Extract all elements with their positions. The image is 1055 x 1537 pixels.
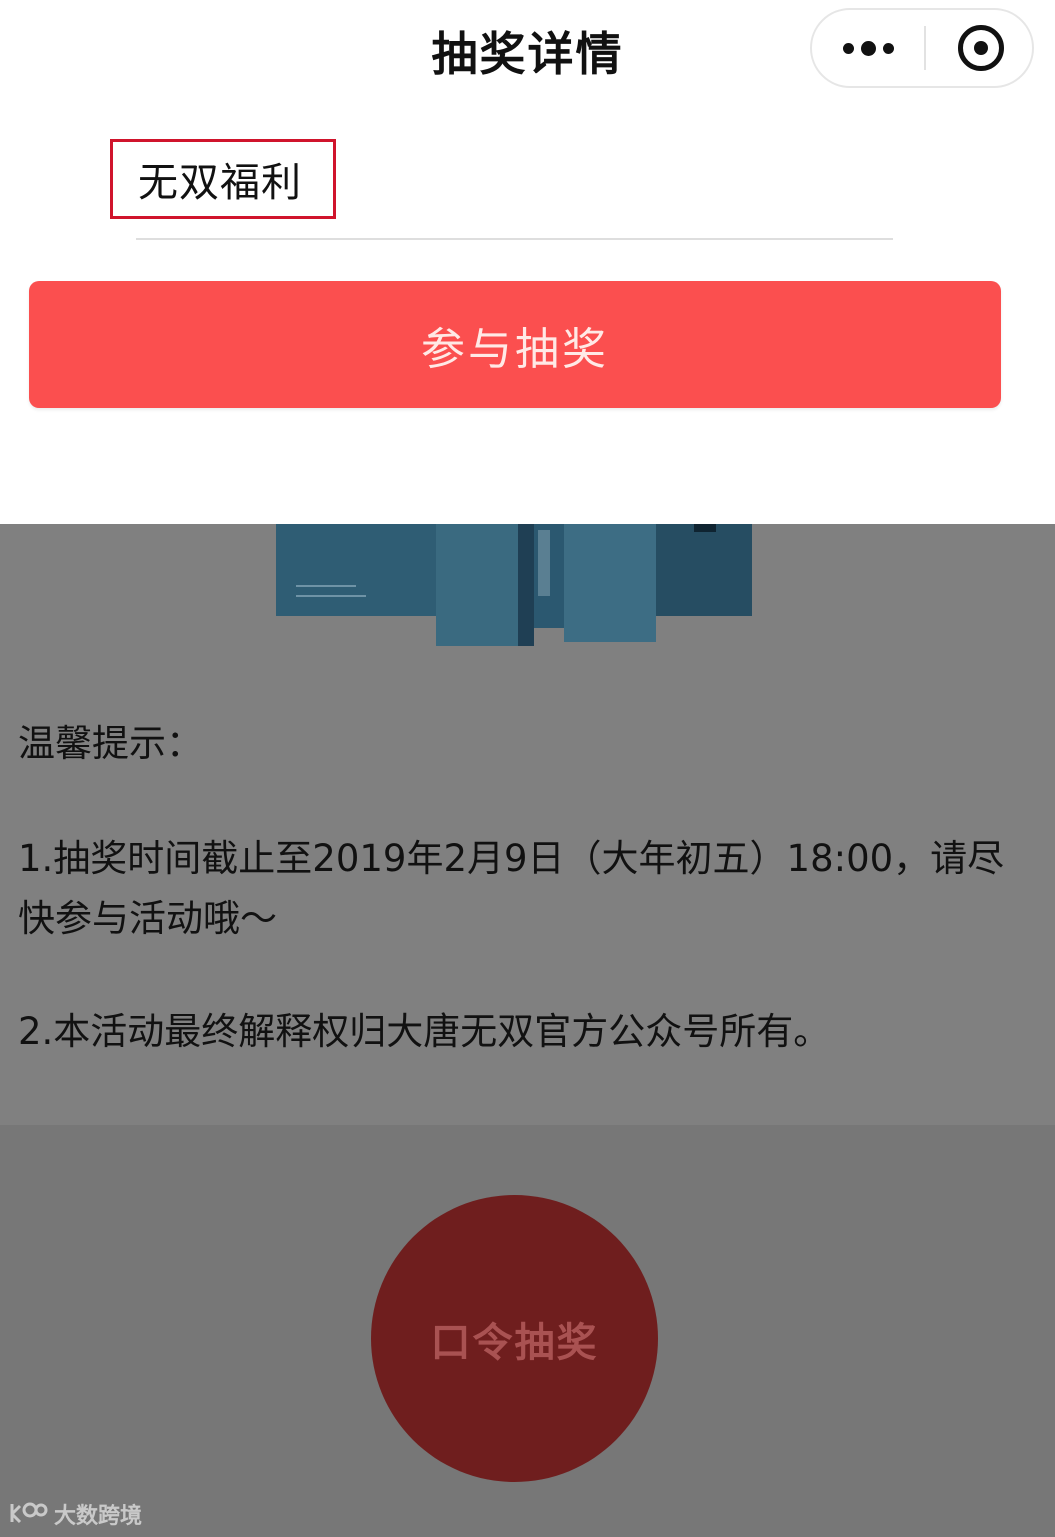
target-close-icon[interactable] <box>958 25 1004 71</box>
watermark-text: 大数跨境 <box>54 1504 143 1529</box>
mini-program-capsule <box>810 8 1034 88</box>
tips-title: 温馨提示： <box>18 722 203 765</box>
prize-product-image <box>276 524 752 646</box>
capsule-divider <box>924 26 926 70</box>
join-lottery-button[interactable]: 参与抽奖 <box>29 281 1001 408</box>
tip-item-deadline: 1.抽奖时间截止至2019年2月9日（大年初五）18:00，请尽快参与活动哦～ <box>18 837 1005 940</box>
passcode-lottery-label: 口令抽奖 <box>430 1319 599 1366</box>
dot <box>860 40 876 56</box>
dimmed-overlay: 温馨提示： 1.抽奖时间截止至2019年2月9日（大年初五）18:00，请尽快参… <box>0 524 1055 1537</box>
navigation-bar: 抽奖详情 <box>0 0 1055 100</box>
watermark-logo-icon <box>10 1502 48 1524</box>
watermark: 大数跨境 <box>8 1498 142 1530</box>
more-dots-icon[interactable] <box>812 10 924 86</box>
dot <box>882 42 894 54</box>
passcode-lottery-button[interactable]: 口令抽奖 <box>371 1195 658 1482</box>
tip-item-rights: 2.本活动最终解释权归大唐无双官方公众号所有。 <box>18 1010 831 1053</box>
highlight-box <box>110 139 336 219</box>
dot <box>842 42 854 54</box>
